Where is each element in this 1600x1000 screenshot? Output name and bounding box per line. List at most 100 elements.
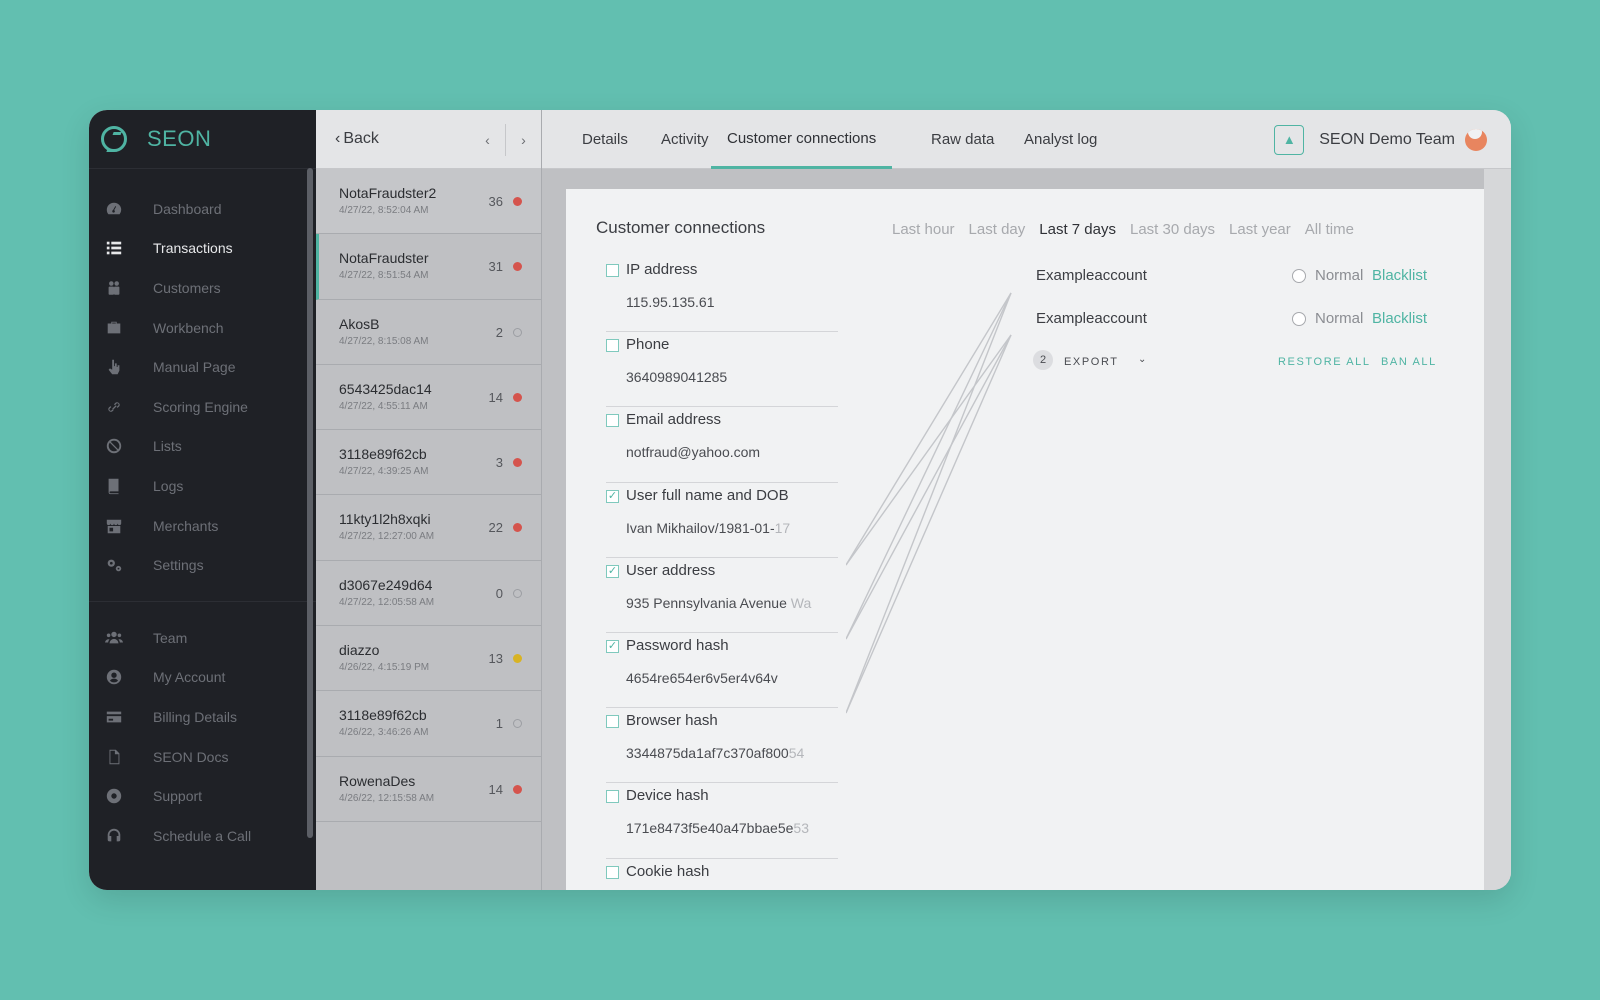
- avatar[interactable]: [1465, 128, 1487, 151]
- transaction-row[interactable]: RowenaDes 4/26/22, 12:15:58 AM 14: [316, 756, 541, 822]
- tab-raw-data[interactable]: Raw data: [931, 110, 994, 169]
- connection-checkbox[interactable]: [606, 790, 619, 804]
- connection-label[interactable]: IP address: [626, 261, 697, 278]
- connection-checkbox[interactable]: [606, 264, 619, 277]
- connection-label[interactable]: Password hash: [626, 637, 729, 654]
- transaction-row[interactable]: diazzo 4/26/22, 4:15:19 PM 13: [316, 626, 541, 692]
- connection-label[interactable]: Email address: [626, 411, 721, 428]
- connection-value-text: 4654re654er6v5er4v64v: [626, 669, 778, 686]
- transaction-date: 4/27/22, 12:05:58 AM: [339, 596, 435, 608]
- sidebar-item-scoring-engine[interactable]: Scoring Engine: [89, 387, 316, 427]
- brand-name: SEON: [147, 126, 212, 151]
- transaction-row[interactable]: 3118e89f62cb 4/27/22, 4:39:25 AM 3: [316, 430, 541, 496]
- connection-value: 935 Pennsylvania Avenue Wa: [626, 595, 838, 611]
- transaction-list-panel: ‹ Back ‹ › NotaFraudster2 4/27/22, 8:52:04…: [316, 110, 542, 890]
- chevron-down-icon[interactable]: ⌄: [1138, 354, 1146, 365]
- connection-checkbox[interactable]: ✓: [606, 564, 619, 578]
- gears-icon: [104, 556, 124, 574]
- sidebar-item-settings[interactable]: Settings: [89, 545, 316, 585]
- transaction-row[interactable]: 6543425dac14 4/27/22, 4:55:11 AM 14: [316, 364, 541, 431]
- connection-value-text: 171e8473f5e40a47bbae5e: [626, 820, 794, 837]
- sidebar-item-team[interactable]: Team: [89, 618, 316, 658]
- connection-checkbox[interactable]: ✓: [606, 489, 619, 503]
- transaction-row[interactable]: AkosB 4/27/22, 8:15:08 AM 2: [316, 299, 541, 365]
- time-filter-option[interactable]: Last 30 days: [1130, 221, 1215, 238]
- time-filter-option[interactable]: Last hour: [892, 221, 955, 238]
- sidebar-item-dashboard[interactable]: Dashboard: [89, 189, 316, 229]
- account-name[interactable]: Exampleaccount: [1036, 310, 1147, 327]
- sidebar-scroll-thumb[interactable]: [307, 168, 313, 838]
- sidebar-item-workbench[interactable]: Workbench: [89, 308, 316, 348]
- transaction-row[interactable]: NotaFraudster 4/27/22, 8:51:54 AM 31: [316, 234, 541, 300]
- normal-radio[interactable]: [1292, 269, 1306, 283]
- sidebar-item-label: Schedule a Call: [153, 827, 252, 844]
- previous-button[interactable]: ‹: [470, 110, 505, 169]
- connection-checkbox[interactable]: [606, 414, 619, 428]
- connection-item: ✓ Password hash 4654re654er6v5er4v64v: [606, 633, 838, 709]
- customers-icon: [104, 279, 124, 297]
- connection-checkbox[interactable]: [606, 339, 619, 353]
- sidebar-item-billing-details[interactable]: Billing Details: [89, 697, 316, 737]
- sidebar-item-seon-docs[interactable]: SEON Docs: [89, 737, 316, 777]
- tab-analyst-log[interactable]: Analyst log: [1024, 110, 1097, 169]
- connection-label[interactable]: Phone: [626, 336, 669, 353]
- transaction-row[interactable]: 11kty1l2h8xqki 4/27/22, 12:27:00 AM 22: [316, 495, 541, 561]
- connection-value-overflow: 54: [788, 745, 805, 762]
- transaction-row[interactable]: d3067e249d64 4/27/22, 12:05:58 AM 0: [316, 560, 541, 627]
- status-dot-icon: [513, 327, 522, 337]
- time-filter-option[interactable]: All time: [1305, 221, 1354, 238]
- tab-details[interactable]: Details: [582, 110, 628, 169]
- tab-activity[interactable]: Activity: [661, 110, 709, 169]
- connection-label[interactable]: Device hash: [626, 787, 709, 804]
- seon-logo-icon: [101, 126, 127, 152]
- connection-label[interactable]: Cookie hash: [626, 863, 709, 880]
- back-button[interactable]: ‹ Back: [335, 130, 379, 148]
- account-name[interactable]: Exampleaccount: [1036, 267, 1147, 284]
- sidebar-item-schedule-a-call[interactable]: Schedule a Call: [89, 816, 316, 856]
- blacklist-link[interactable]: Blacklist: [1372, 267, 1427, 284]
- time-filter-option[interactable]: Last 7 days: [1039, 221, 1116, 238]
- connection-label[interactable]: User address: [626, 562, 715, 579]
- sidebar-item-label: Workbench: [153, 319, 224, 336]
- sidebar-item-my-account[interactable]: My Account: [89, 658, 316, 698]
- connection-label[interactable]: Browser hash: [626, 712, 718, 729]
- sidebar-item-transactions[interactable]: Transactions: [89, 229, 316, 269]
- blacklist-link[interactable]: Blacklist: [1372, 310, 1427, 327]
- normal-radio[interactable]: [1292, 312, 1306, 326]
- transaction-user: RowenaDes: [339, 772, 416, 789]
- next-button[interactable]: ›: [506, 110, 541, 169]
- connection-checkbox[interactable]: [606, 715, 619, 729]
- back-label: Back: [343, 130, 379, 147]
- sidebar-item-merchants[interactable]: Merchants: [89, 506, 316, 546]
- status-dot-icon: [513, 588, 522, 598]
- normal-label[interactable]: Normal: [1315, 310, 1363, 327]
- team-switcher[interactable]: ▲ SEON Demo Team: [1274, 110, 1487, 169]
- card-title: Customer connections: [596, 218, 766, 237]
- ban-all-button[interactable]: BAN ALL: [1381, 356, 1437, 368]
- tab-customer-connections[interactable]: Customer connections: [711, 110, 893, 169]
- connection-label[interactable]: User full name and DOB: [626, 487, 789, 504]
- restore-all-button[interactable]: RESTORE ALL: [1278, 356, 1371, 368]
- sidebar-item-logs[interactable]: Logs: [89, 466, 316, 506]
- sidebar-item-support[interactable]: Support: [89, 776, 316, 816]
- sidebar-scrollbar[interactable]: [307, 168, 313, 838]
- connection-checkbox[interactable]: [606, 865, 619, 879]
- brand[interactable]: SEON: [89, 110, 316, 169]
- transaction-row[interactable]: NotaFraudster2 4/27/22, 8:52:04 AM 36: [316, 169, 541, 235]
- sidebar-item-manual-page[interactable]: Manual Page: [89, 347, 316, 387]
- sidebar-item-customers[interactable]: Customers: [89, 268, 316, 308]
- connection-item: Phone 3640989041285: [606, 332, 838, 408]
- connection-line: [846, 334, 1012, 640]
- fraud-score: 31: [488, 259, 503, 275]
- export-button[interactable]: EXPORT: [1064, 356, 1119, 368]
- normal-label[interactable]: Normal: [1315, 267, 1363, 284]
- sidebar-item-lists[interactable]: Lists: [89, 427, 316, 467]
- transaction-row[interactable]: 3118e89f62cb 4/26/22, 3:46:26 AM 1: [316, 691, 541, 757]
- status-dot-icon: [513, 654, 522, 664]
- time-filter-option[interactable]: Last year: [1229, 221, 1291, 238]
- sidebar-item-label: Team: [153, 629, 188, 646]
- connection-item: Device hash 171e8473f5e40a47bbae5e53: [606, 783, 838, 859]
- top-bar: Details Activity Customer connections Ra…: [542, 110, 1511, 169]
- connection-checkbox[interactable]: ✓: [606, 639, 619, 653]
- time-filter-option[interactable]: Last day: [969, 221, 1026, 238]
